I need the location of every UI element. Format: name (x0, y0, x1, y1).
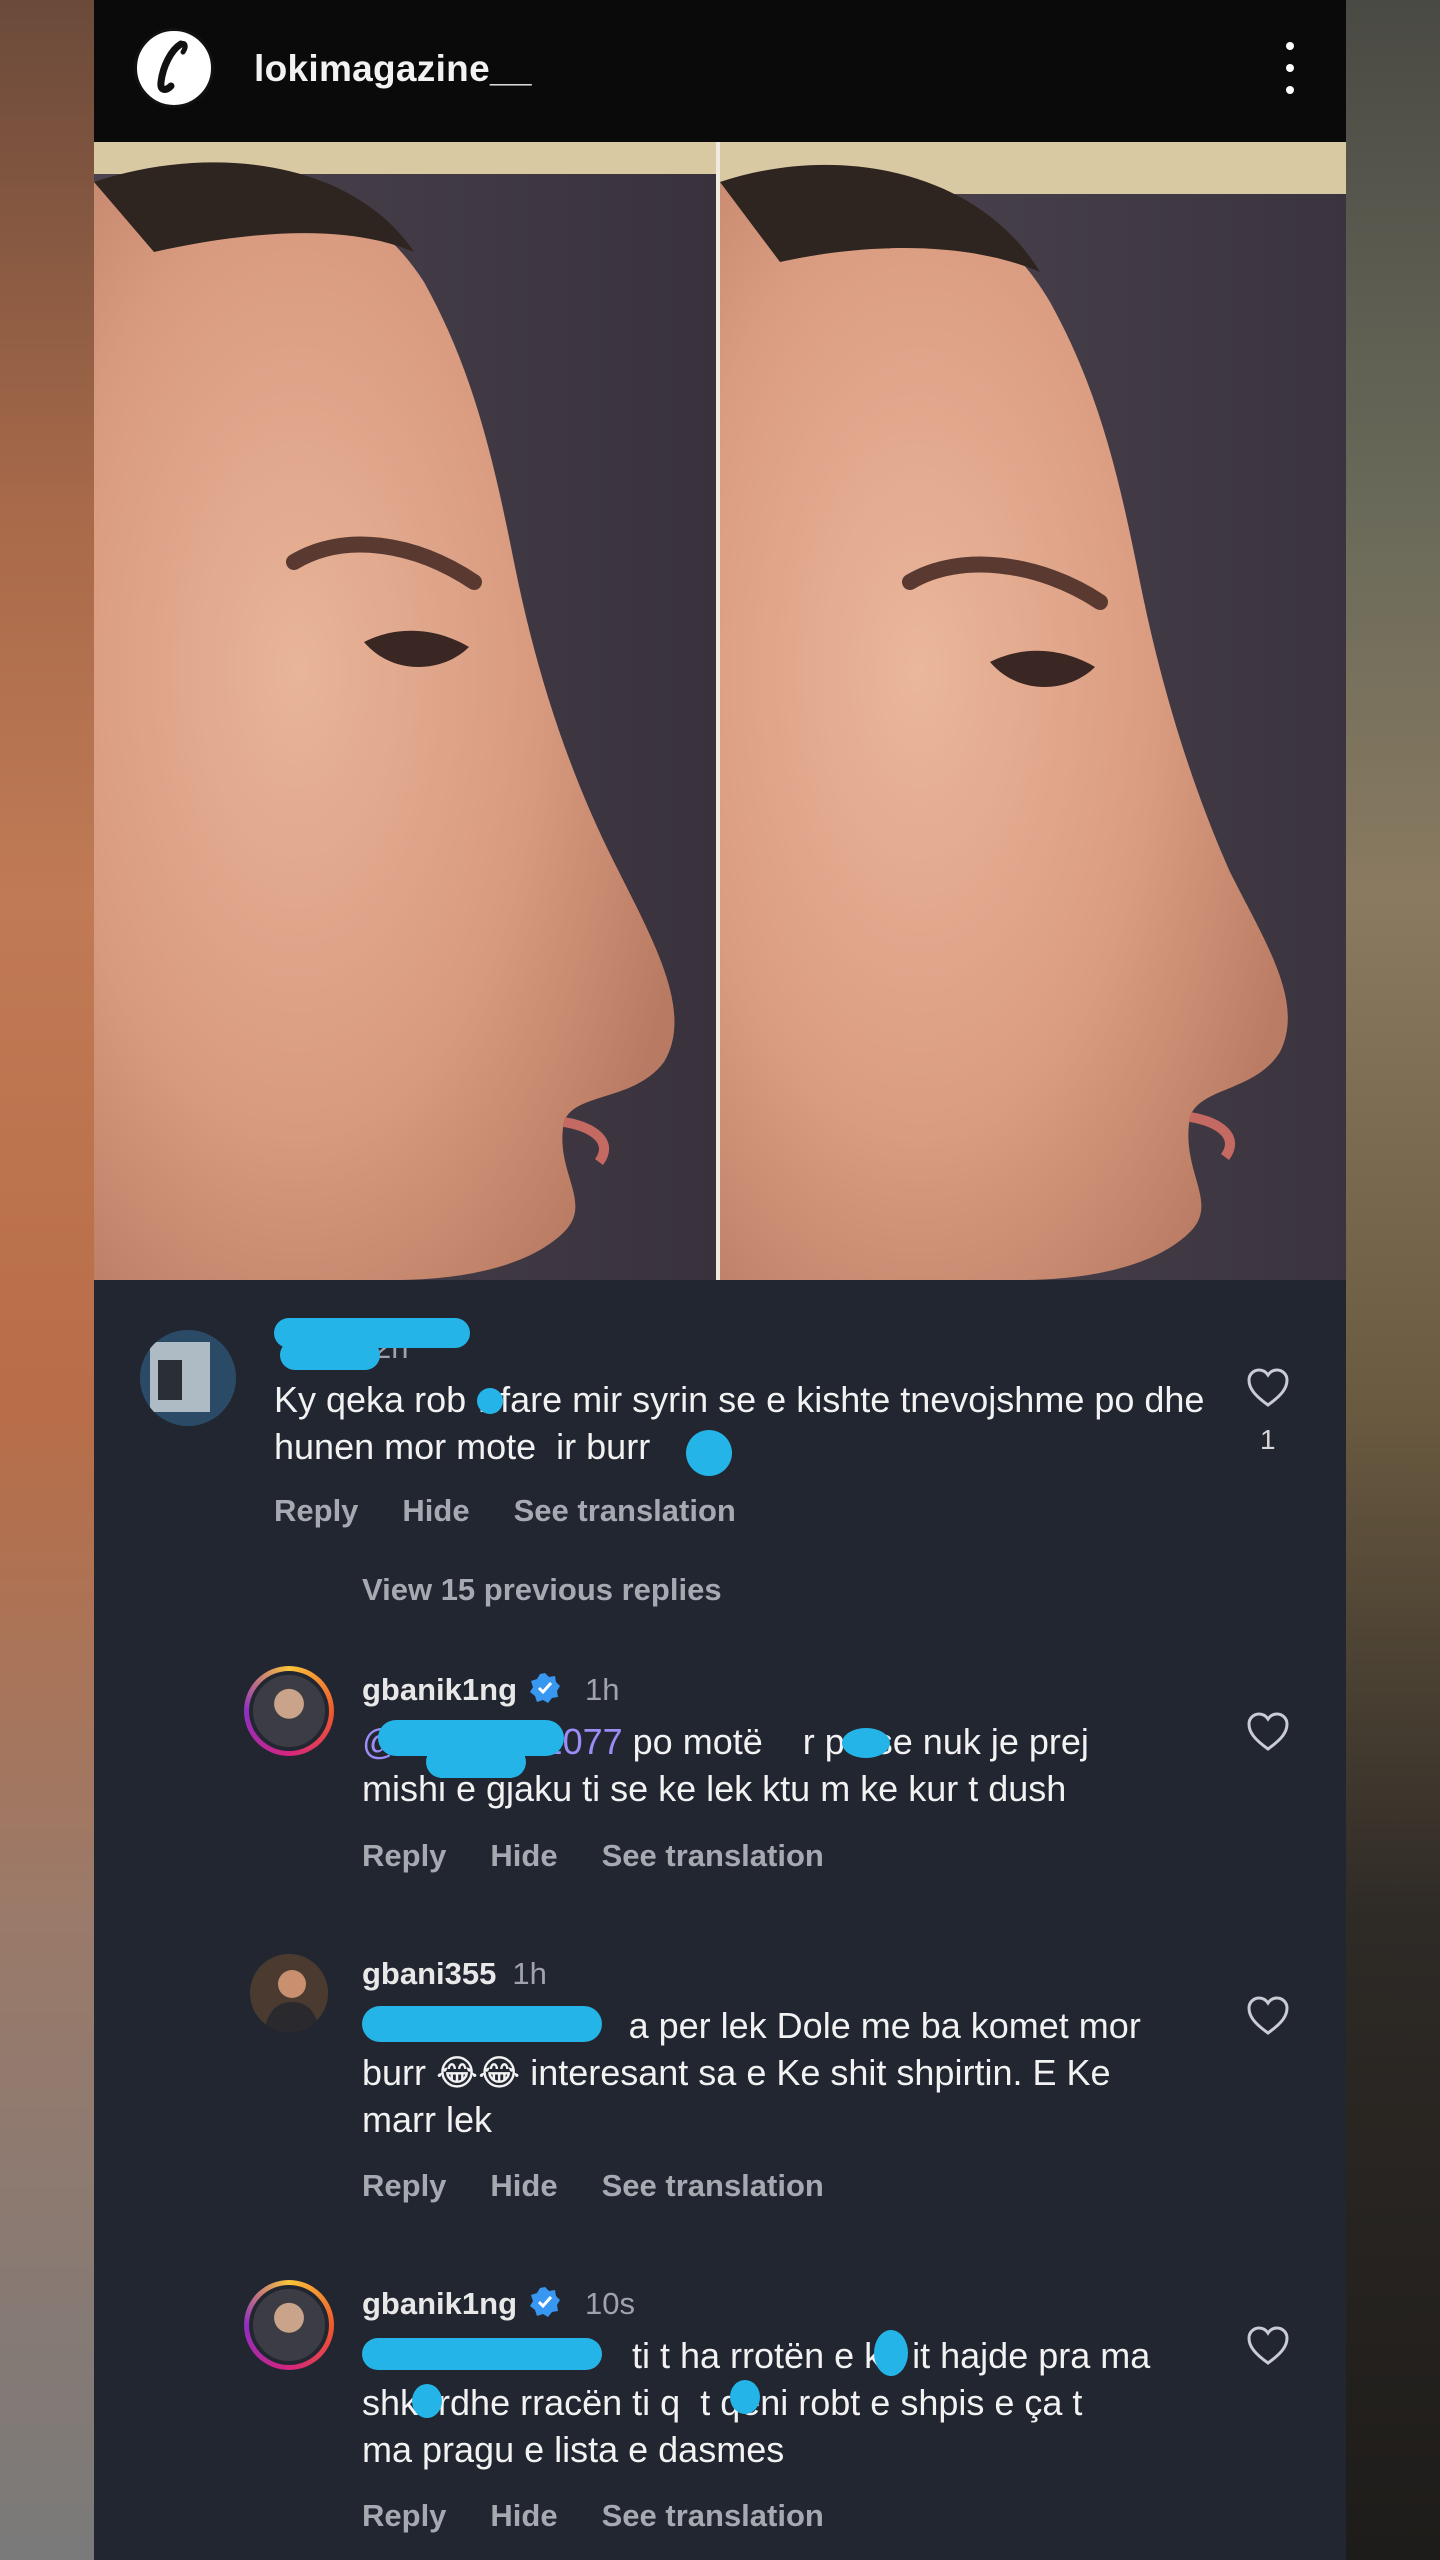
before-photo (94, 142, 716, 1280)
redaction (426, 1746, 526, 1778)
comment-actions: Reply Hide See translation (274, 1493, 736, 1529)
profile-avatar[interactable] (134, 28, 214, 108)
redaction (362, 2006, 602, 2042)
more-vertical-icon[interactable] (1282, 42, 1298, 94)
see-translation-button[interactable]: See translation (602, 2498, 824, 2534)
comment-username[interactable]: gbani355 1h (362, 1956, 547, 1992)
comment-text: Ky qeka rob r fare mir syrin se e kishte… (274, 1379, 1205, 1467)
blurred-background-right (1346, 0, 1440, 2560)
view-previous-replies[interactable]: View 15 previous replies (362, 1572, 722, 1608)
heart-icon[interactable] (1246, 1712, 1290, 1752)
redaction (280, 1340, 380, 1370)
redaction (362, 2338, 602, 2370)
verified-badge-icon (530, 2287, 561, 2317)
reply-button[interactable]: Reply (362, 2498, 446, 2534)
avatar[interactable] (250, 1954, 328, 2032)
comment-time: 1h (585, 1672, 620, 1707)
heart-icon[interactable] (1246, 1368, 1290, 1408)
comment-time: 10s (585, 2286, 635, 2321)
comment-actions: Reply Hide See translation (362, 1838, 824, 1874)
avatar-image (250, 1954, 328, 2032)
avatar-image (140, 1330, 236, 1426)
blurred-background-left (0, 0, 94, 2560)
post-view: lokimagazine__ Ky qeka rob r fare mir sy… (94, 0, 1346, 2560)
after-photo (720, 142, 1346, 1280)
reply-button[interactable]: Reply (362, 1838, 446, 1874)
heart-icon[interactable] (1246, 2326, 1290, 2366)
comment-actions: Reply Hide See translation (362, 2168, 824, 2204)
comment-username[interactable]: gbanik1ng 1h (362, 1672, 620, 1708)
hide-button[interactable]: Hide (490, 2168, 557, 2204)
redaction (842, 1728, 890, 1758)
see-translation-button[interactable]: See translation (602, 1838, 824, 1874)
reply-button[interactable]: Reply (362, 2168, 446, 2204)
redaction (874, 2330, 908, 2376)
hide-button[interactable]: Hide (490, 1838, 557, 1874)
see-translation-button[interactable]: See translation (514, 1493, 736, 1529)
post-username[interactable]: lokimagazine__ (254, 48, 532, 90)
like-count: 1 (1260, 1424, 1276, 1455)
see-translation-button[interactable]: See translation (602, 2168, 824, 2204)
post-image[interactable] (94, 142, 1346, 1280)
avatar[interactable] (244, 1666, 334, 1756)
hide-button[interactable]: Hide (402, 1493, 469, 1529)
redaction (730, 2380, 760, 2414)
reply-button[interactable]: Reply (274, 1493, 358, 1529)
post-header: lokimagazine__ (94, 0, 1346, 142)
verified-badge-icon (530, 1673, 561, 1703)
avatar[interactable] (244, 2280, 334, 2370)
comments-section: 2h Ky qeka rob r fare mir syrin se e kis… (94, 1280, 1346, 2560)
heart-icon[interactable] (1246, 1996, 1290, 2036)
comment-time: 1h (512, 1956, 547, 1991)
comment-actions: Reply Hide See translation (362, 2498, 824, 2534)
loki-logo-icon (157, 40, 188, 93)
redaction (686, 1430, 732, 1476)
hide-button[interactable]: Hide (490, 2498, 557, 2534)
redaction (477, 1388, 503, 1414)
laughing-emoji: 😂😂 (436, 2052, 521, 2093)
redaction (412, 2384, 442, 2418)
comment-username[interactable]: gbanik1ng 10s (362, 2286, 635, 2322)
avatar[interactable] (140, 1330, 236, 1426)
